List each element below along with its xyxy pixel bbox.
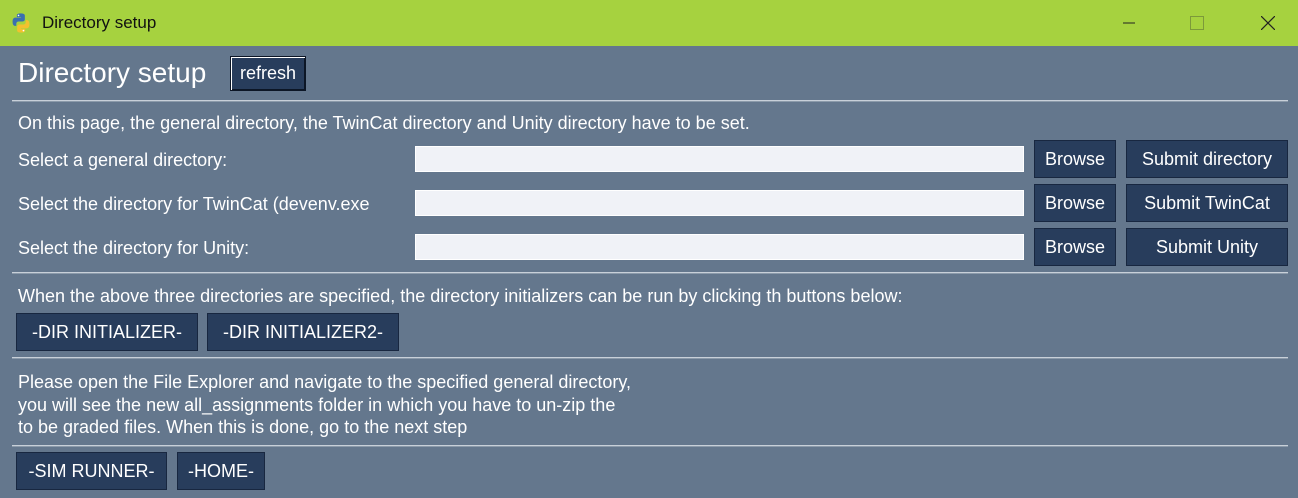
minimize-button[interactable] — [1094, 0, 1164, 46]
submit-directory-button[interactable]: Submit directory — [1126, 140, 1288, 178]
browse-unity-button[interactable]: Browse — [1034, 228, 1116, 266]
window-titlebar: Directory setup — [0, 0, 1298, 46]
minimize-icon — [1123, 22, 1135, 24]
divider — [12, 357, 1288, 358]
page-title: Directory setup — [18, 57, 207, 88]
divider — [12, 272, 1288, 273]
refresh-button[interactable]: refresh — [230, 56, 306, 91]
general-directory-label: Select a general directory: — [18, 150, 228, 170]
intro-text: On this page, the general directory, the… — [18, 113, 750, 133]
twincat-directory-label: Select the directory for TwinCat (devenv… — [18, 194, 370, 214]
dir-initializer2-button[interactable]: -DIR INITIALIZER2- — [207, 313, 399, 351]
maximize-button[interactable] — [1162, 0, 1232, 46]
close-button[interactable] — [1233, 0, 1298, 46]
browse-general-button[interactable]: Browse — [1034, 140, 1116, 178]
unity-directory-input[interactable] — [415, 234, 1024, 260]
browse-twincat-button[interactable]: Browse — [1034, 184, 1116, 222]
twincat-directory-input[interactable] — [415, 190, 1024, 216]
divider — [12, 100, 1288, 101]
divider — [12, 445, 1288, 446]
python-icon — [12, 13, 30, 33]
instructions-line-3: to be graded files. When this is done, g… — [18, 417, 468, 437]
window-title: Directory setup — [42, 13, 157, 32]
instructions-line-1: Please open the File Explorer and naviga… — [18, 372, 632, 392]
unity-directory-label: Select the directory for Unity: — [18, 238, 250, 258]
initializer-instructions: When the above three directories are spe… — [18, 286, 903, 306]
close-icon — [1261, 16, 1275, 30]
sim-runner-button[interactable]: -SIM RUNNER- — [16, 452, 167, 490]
home-button[interactable]: -HOME- — [177, 452, 265, 490]
dir-initializer-button[interactable]: -DIR INITIALIZER- — [16, 313, 198, 351]
instructions-line-2: you will see the new all_assignments fol… — [18, 395, 616, 415]
submit-unity-button[interactable]: Submit Unity — [1126, 228, 1288, 266]
maximize-icon — [1190, 16, 1204, 30]
general-directory-input[interactable] — [415, 146, 1024, 172]
submit-twincat-button[interactable]: Submit TwinCat — [1126, 184, 1288, 222]
